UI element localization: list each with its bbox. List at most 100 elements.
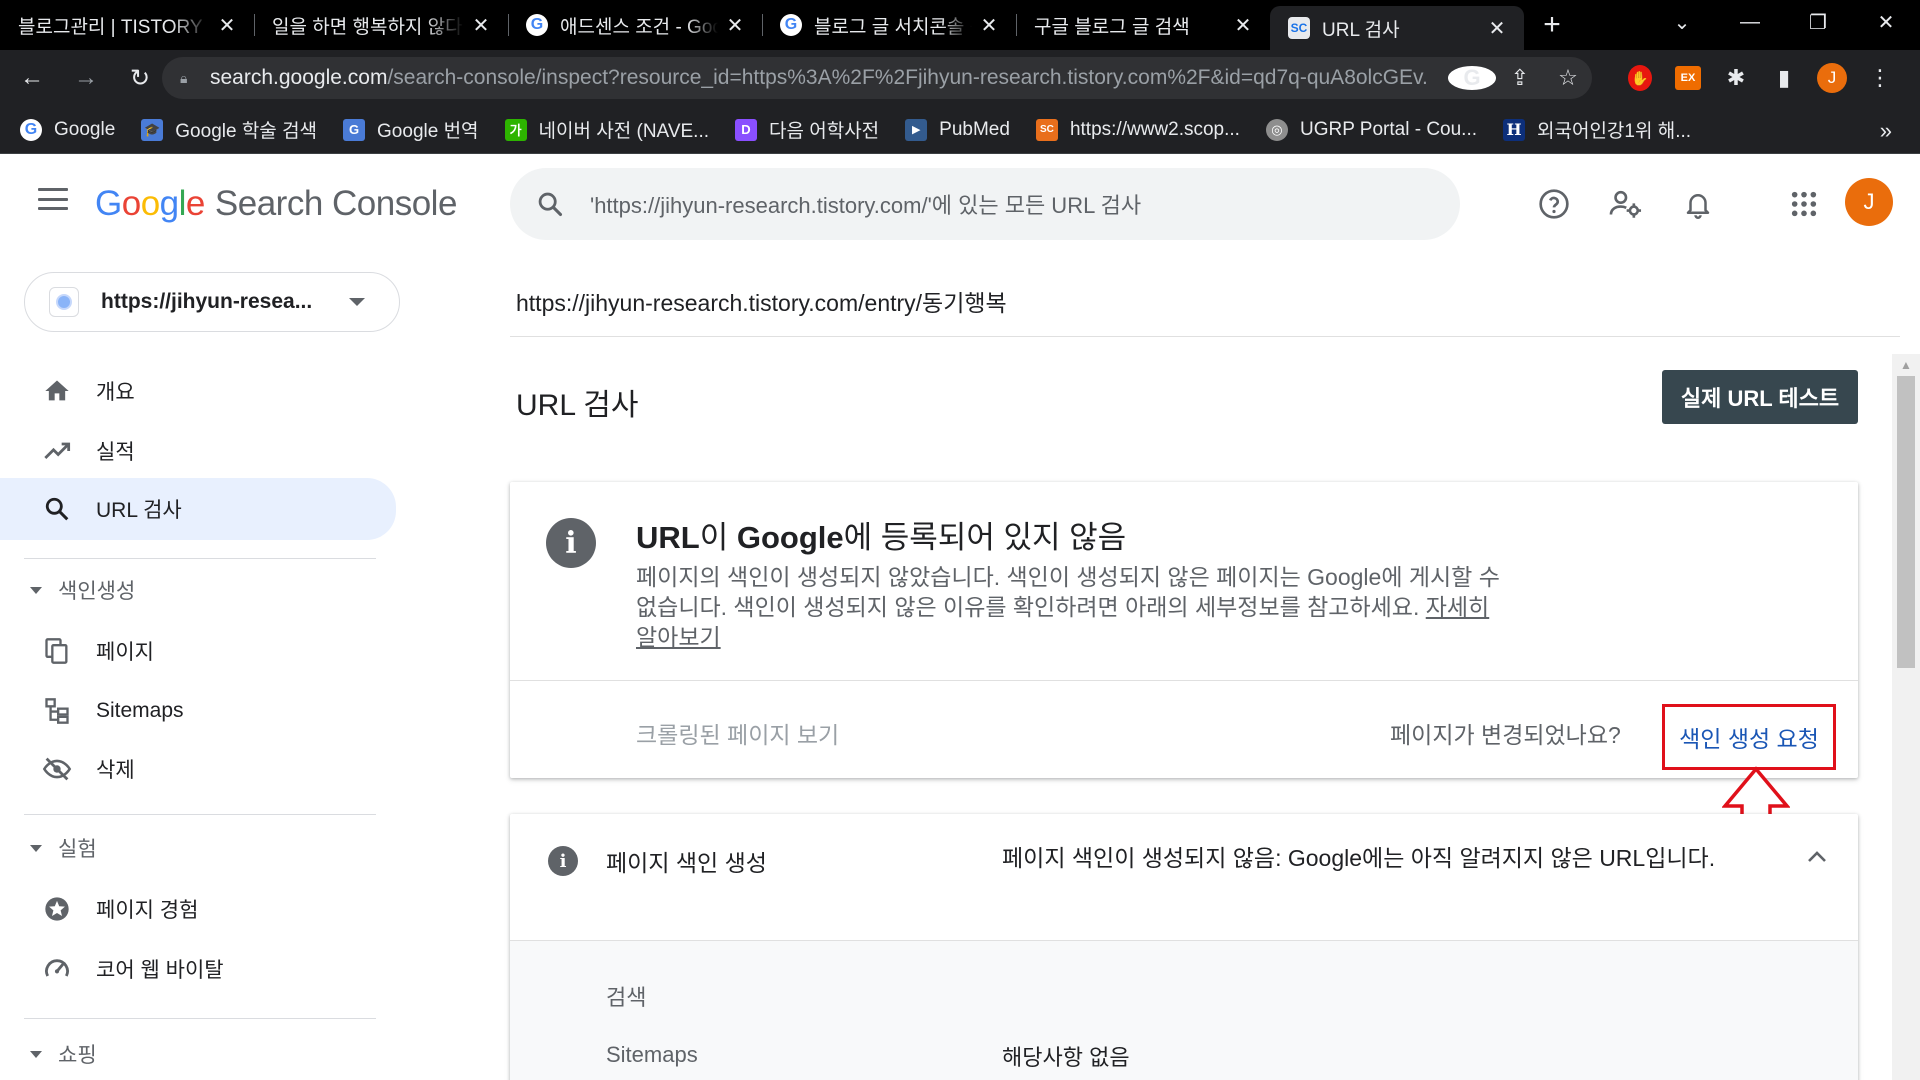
sidebar-item-page-experience[interactable]: 페이지 경험 [0, 880, 396, 938]
close-icon[interactable]: ✕ [724, 14, 746, 37]
app-logo[interactable]: Google Search Console [95, 184, 457, 224]
close-icon[interactable]: ✕ [1486, 17, 1508, 40]
extensions-area: ✋ EX ✱ ▮ J ⋮ [1616, 56, 1904, 100]
removals-icon [42, 754, 72, 784]
section-shopping[interactable]: 쇼핑 [30, 1034, 97, 1074]
account-avatar[interactable]: J [1845, 178, 1893, 226]
sidebar: https://jihyun-resea... 개요 실적 URL 검사 색인생… [0, 254, 400, 1080]
apps-grid-icon[interactable] [1768, 176, 1840, 232]
chevron-up-icon[interactable] [1806, 848, 1828, 869]
close-icon[interactable]: ✕ [978, 14, 1000, 37]
browser-tab-active[interactable]: SC URL 검사 ✕ [1270, 6, 1524, 50]
caret-down-icon [30, 1050, 42, 1058]
profile-button[interactable]: J [1808, 63, 1856, 93]
google-favicon-icon: G [526, 14, 548, 36]
view-crawled-page-link[interactable]: 크롤링된 페이지 보기 [636, 716, 839, 750]
share-icon[interactable]: ⇪ [1496, 65, 1544, 91]
close-icon[interactable]: ✕ [216, 14, 238, 37]
browser-tab-1[interactable]: 블로그관리 | TISTORY ✕ [0, 0, 254, 50]
menu-icon[interactable] [38, 188, 68, 210]
help-icon[interactable] [1518, 176, 1590, 232]
star-icon[interactable]: ☆ [1544, 65, 1592, 91]
header-actions [1518, 176, 1840, 232]
caret-down-icon [30, 844, 42, 852]
lock-icon: 🔒︎ [180, 70, 188, 86]
scroll-up-arrow-icon[interactable]: ▲ [1892, 354, 1920, 376]
chevron-double-right-icon[interactable]: » [1880, 118, 1892, 144]
new-tab-button[interactable]: + [1530, 3, 1574, 47]
restore-icon[interactable]: ❐ [1784, 0, 1852, 44]
close-window-icon[interactable]: ✕ [1852, 0, 1920, 44]
detail-row-label: 검색 [606, 985, 647, 1010]
sidebar-item-sitemaps[interactable]: Sitemaps [0, 682, 396, 740]
reload-button[interactable]: ↻ [118, 56, 162, 100]
notifications-icon[interactable] [1662, 176, 1734, 232]
browser-tab-3[interactable]: G 애드센스 조건 - Google ✕ [508, 0, 762, 50]
search-icon[interactable] [510, 190, 590, 218]
bookmark-icon: SC [1035, 118, 1058, 141]
info-icon: i [546, 518, 596, 568]
sidebar-item-performance[interactable]: 실적 [0, 422, 396, 480]
url-path: /search-console/inspect?resource_id=http… [387, 66, 1428, 89]
scrollbar-thumb[interactable] [1897, 376, 1915, 668]
google-lens-icon[interactable]: G [1448, 65, 1496, 90]
status-title: URL이 Google에 등록되어 있지 않음 [636, 520, 1127, 555]
bookmark-pubmed[interactable]: ▶ PubMed [905, 118, 1010, 141]
chevron-down-icon[interactable]: ⌄ [1648, 0, 1716, 44]
pages-icon [42, 636, 72, 666]
home-icon [42, 376, 72, 406]
browser-tab-2[interactable]: 일을 하면 행복하지 않다 ✕ [254, 0, 508, 50]
scrollbar[interactable]: ▲ [1892, 354, 1920, 1080]
minimize-icon[interactable]: — [1716, 0, 1784, 44]
bookmark-daum-dict[interactable]: D 다음 어학사전 [735, 116, 879, 143]
sidebar-item-pages[interactable]: 페이지 [0, 622, 396, 680]
property-selector[interactable]: https://jihyun-resea... [24, 272, 400, 332]
bookmark-icon: H [1503, 118, 1526, 141]
sidebar-item-url-inspection[interactable]: URL 검사 [0, 478, 396, 540]
extension-red-icon[interactable]: ✋ [1616, 65, 1664, 91]
user-settings-icon[interactable] [1590, 176, 1662, 232]
bookmark-scholar[interactable]: 🎓 Google 학술 검색 [141, 116, 317, 143]
bookmark-icon: G [343, 118, 366, 141]
sidebar-item-overview[interactable]: 개요 [0, 362, 396, 420]
bookmark-scopus[interactable]: SC https://www2.scop... [1035, 118, 1240, 141]
side-panel-icon[interactable]: ▮ [1760, 65, 1808, 91]
section-indexing[interactable]: 색인생성 [30, 570, 135, 610]
tab-title: 블로그관리 | TISTORY [18, 16, 203, 38]
back-button[interactable]: ← [10, 56, 54, 100]
sitemap-icon [42, 696, 72, 726]
sidebar-item-core-web-vitals[interactable]: 코어 웹 바이탈 [0, 940, 396, 998]
bookmarks-bar: G Google 🎓 Google 학술 검색 G Google 번역 가 네이버 사전… [0, 106, 1920, 154]
trending-up-icon [42, 436, 72, 466]
browser-tab-5[interactable]: 구글 블로그 글 검색 ✕ [1016, 0, 1270, 50]
section-experience[interactable]: 실험 [30, 828, 97, 868]
url-inspect-search[interactable]: 'https://jihyun-research.tistory.com/'에 … [510, 168, 1460, 240]
close-icon[interactable]: ✕ [470, 14, 492, 37]
tab-title: 애드센스 조건 - Google [560, 16, 718, 38]
bookmark-google[interactable]: G Google [20, 118, 115, 141]
search-placeholder: 'https://jihyun-research.tistory.com/'에 … [590, 193, 1142, 218]
puzzle-icon[interactable]: ✱ [1712, 65, 1760, 91]
sidebar-item-removals[interactable]: 삭제 [0, 740, 396, 798]
bookmark-naver-dict[interactable]: 가 네이버 사전 (NAVE... [504, 116, 709, 143]
close-icon[interactable]: ✕ [1232, 14, 1254, 37]
tab-title: 일을 하면 행복하지 않다 [272, 16, 463, 38]
divider [510, 680, 1858, 681]
more-vertical-icon[interactable]: ⋮ [1856, 65, 1904, 91]
url-field[interactable]: 🔒︎ search.google.com /search-console/ins… [162, 57, 1592, 99]
bookmark-hackers[interactable]: H 외국어인강1위 해... [1503, 116, 1691, 143]
request-indexing-button[interactable]: 색인 생성 요청 [1662, 704, 1836, 770]
bookmark-icon: ◎ [1265, 118, 1288, 141]
bookmark-translate[interactable]: G Google 번역 [343, 116, 479, 143]
browser-tab-strip: 블로그관리 | TISTORY ✕ 일을 하면 행복하지 않다 ✕ G 애드센스… [0, 0, 1920, 50]
status-description: 페이지의 색인이 생성되지 않았습니다. 색인이 생성되지 않은 페이지는 Go… [636, 564, 1500, 650]
page-experience-icon [42, 894, 72, 924]
tab-title: 구글 블로그 글 검색 [1034, 16, 1190, 38]
bookmark-ugrp[interactable]: ◎ UGRP Portal - Cou... [1265, 118, 1477, 141]
omnibox-actions: G ⇪ ☆ [1448, 57, 1592, 99]
forward-button[interactable]: → [64, 56, 108, 100]
extension-orange-icon[interactable]: EX [1664, 66, 1712, 90]
bookmark-icon: 🎓 [141, 118, 164, 141]
test-live-url-button[interactable]: 실제 URL 테스트 [1662, 370, 1858, 424]
browser-tab-4[interactable]: G 블로그 글 서치콘솔 등록 ✕ [762, 0, 1016, 50]
